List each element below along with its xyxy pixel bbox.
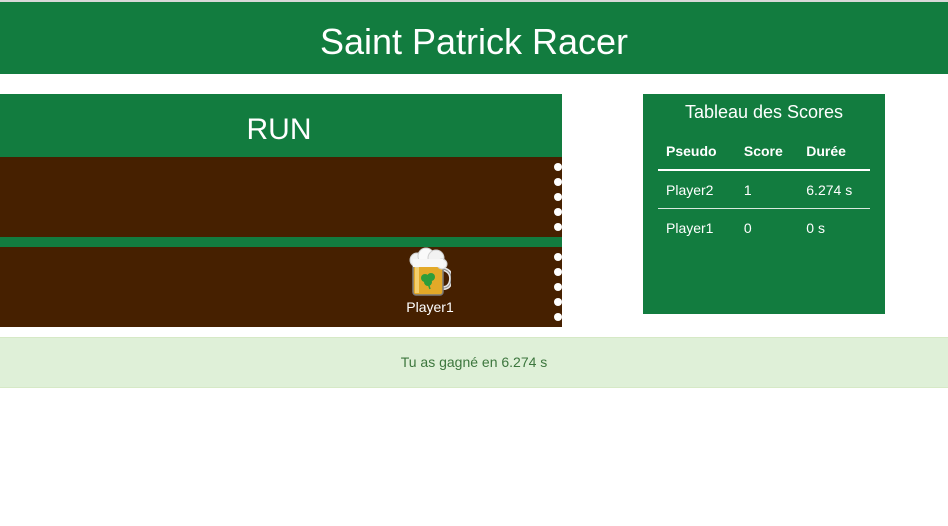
finish-dot	[554, 163, 562, 171]
win-message-alert: Tu as gagné en 6.274 s	[0, 337, 948, 388]
win-message: Tu as gagné en 6.274 s	[400, 354, 548, 370]
table-row: Player1 0 0 s	[658, 209, 870, 247]
scoreboard-panel: Tableau des Scores Pseudo Score Durée Pl…	[643, 94, 885, 314]
score-cell: 0	[743, 219, 752, 236]
finish-dot	[554, 223, 562, 231]
finish-dot	[554, 253, 562, 261]
scoreboard-title: Tableau des Scores	[684, 102, 844, 122]
finish-dot	[554, 268, 562, 276]
score-cell: 1	[735, 170, 799, 209]
column-header-score: Score	[735, 132, 799, 171]
duration-cell: 0 s	[806, 219, 825, 236]
column-header-pseudo: Pseudo	[658, 132, 736, 171]
finish-dot	[554, 208, 562, 216]
duration-cell: 6.274 s	[798, 170, 870, 209]
race-lane-2: Player1	[0, 247, 562, 327]
run-button[interactable]: RUN	[0, 94, 558, 157]
pseudo-cell: Player1	[666, 219, 714, 236]
column-header-duree: Durée	[798, 132, 870, 171]
race-track: RUN Player1	[0, 94, 562, 327]
finish-dot	[554, 178, 562, 186]
finish-dot	[554, 283, 562, 291]
finish-dot	[554, 193, 562, 201]
finish-line	[554, 163, 562, 233]
finish-dot	[554, 313, 562, 321]
player-name-label: Player1	[406, 299, 454, 315]
finish-dot	[554, 298, 562, 306]
race-lane-1	[0, 157, 562, 237]
app-header: Saint Patrick Racer	[0, 2, 948, 74]
finish-line	[554, 253, 562, 323]
table-row: Player2 1 6.274 s	[658, 170, 870, 209]
beer-mug-icon	[409, 247, 451, 296]
pseudo-cell: Player2	[658, 170, 736, 209]
player-runner: Player1	[399, 247, 461, 327]
score-table: Pseudo Score Durée Player2 1 6.274 s Pla…	[658, 132, 870, 246]
app-title: Saint Patrick Racer	[319, 21, 629, 62]
table-header-row: Pseudo Score Durée	[658, 132, 870, 171]
